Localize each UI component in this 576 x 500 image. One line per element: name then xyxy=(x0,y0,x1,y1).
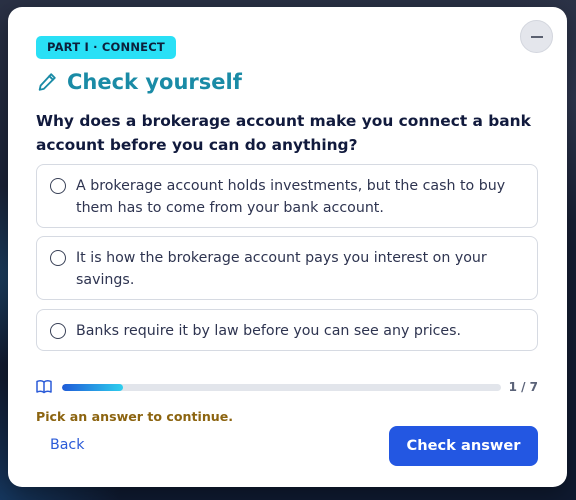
option-label: A brokerage account holds investments, b… xyxy=(76,178,506,216)
hint-text: Pick an answer to continue. xyxy=(36,409,234,424)
option-label: Banks require it by law before you can s… xyxy=(76,323,462,339)
answer-option-3[interactable]: Banks require it by law before you can s… xyxy=(36,309,538,351)
answer-option-2[interactable]: It is how the brokerage account pays you… xyxy=(36,236,538,300)
radio-button[interactable] xyxy=(50,178,66,194)
check-answer-button[interactable]: Check answer xyxy=(389,426,538,466)
question-text: Why does a brokerage account make you co… xyxy=(36,112,531,154)
progress-bar xyxy=(62,384,501,391)
progress-fill xyxy=(62,384,124,391)
minus-icon xyxy=(531,36,543,38)
pencil-icon xyxy=(38,73,56,91)
collapse-button[interactable] xyxy=(520,20,553,53)
card-title: Check yourself xyxy=(67,70,242,94)
progress-counter: 1 / 7 xyxy=(508,380,538,394)
quiz-card: PART I · CONNECT Check yourself Why does… xyxy=(8,7,567,487)
radio-button[interactable] xyxy=(50,250,66,266)
back-button[interactable]: Back xyxy=(50,437,84,453)
radio-button[interactable] xyxy=(50,323,66,339)
answer-option-1[interactable]: A brokerage account holds investments, b… xyxy=(36,164,538,228)
section-badge: PART I · CONNECT xyxy=(36,36,176,59)
option-label: It is how the brokerage account pays you… xyxy=(76,250,487,288)
progress-row: 1 / 7 xyxy=(36,379,538,395)
book-icon[interactable] xyxy=(36,379,52,394)
card-header: Check yourself xyxy=(36,67,242,97)
